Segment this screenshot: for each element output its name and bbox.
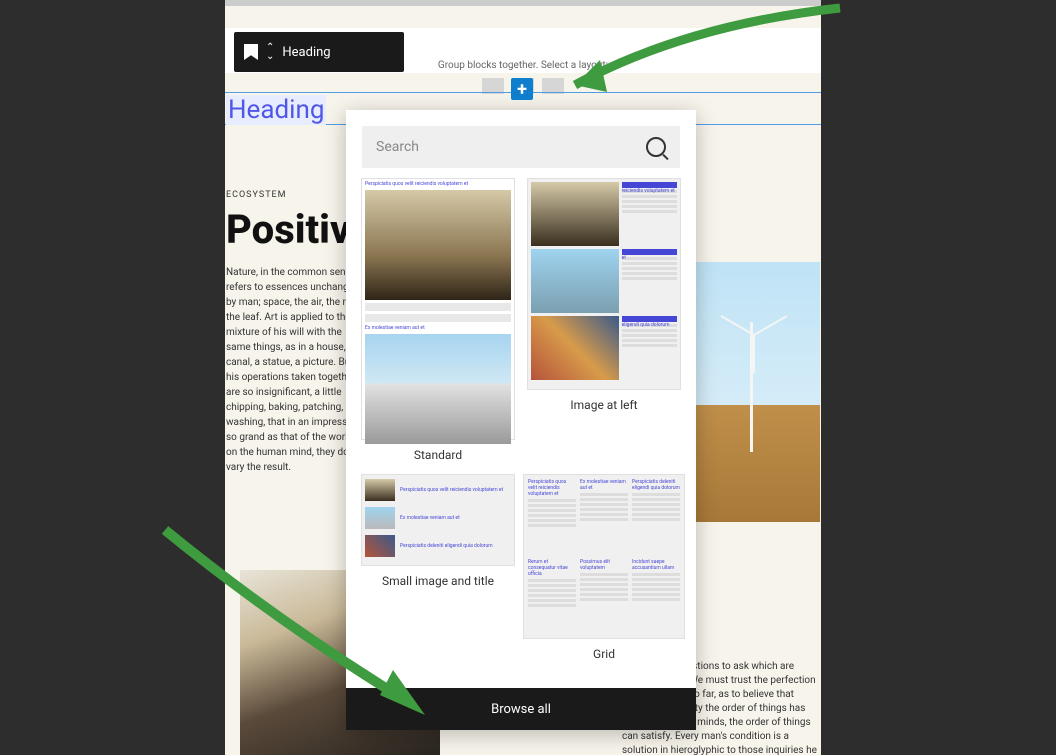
pattern-tiny-title: Perspiciatis quos velit reiciendis volup… <box>622 182 677 188</box>
pattern-tiny-title: Perspiciatis quos velit reiciendis volup… <box>400 487 511 493</box>
block-type-label[interactable]: Heading <box>282 45 330 60</box>
ecosystem-label: ECOSYSTEM <box>226 190 287 200</box>
pattern-tiny-title: Ex molestiae veniam aut et <box>365 325 511 331</box>
pattern-tiny-title: Ex molestiae veniam aut et <box>400 515 511 521</box>
chevron-down-icon[interactable]: ⌄ <box>266 53 274 61</box>
pattern-tiny-title: Ex molestiae veniam aut et <box>622 249 677 255</box>
pattern-label: Grid <box>593 647 615 661</box>
pattern-small-image-title[interactable]: Perspiciatis quos velit reiciendis volup… <box>362 474 514 661</box>
pattern-tiny-title: Perspiciatis deleniti eligendi quia dolo… <box>632 479 680 491</box>
pattern-grid: Perspiciatis quos velit reiciendis volup… <box>346 178 696 688</box>
pattern-tiny-title: Perspiciatis quos velit reiciendis volup… <box>528 479 576 497</box>
pattern-tiny-title: Possimus elit voluptatem <box>580 559 628 571</box>
heading-block[interactable]: Heading <box>226 95 326 125</box>
pattern-tiny-title: Perspiciatis deleniti eligendi quia dolo… <box>400 543 511 549</box>
pattern-tiny-title: Rerum et consequatur vitae officia <box>528 559 576 577</box>
block-inserter-popover: Search Perspiciatis quos velit reiciendi… <box>346 110 696 730</box>
heading-block-icon[interactable] <box>244 44 258 60</box>
search-input[interactable]: Search <box>362 126 680 168</box>
viewport: Group blocks together. Select a layout: … <box>0 0 1056 755</box>
pattern-image-at-left[interactable]: Perspiciatis quos velit reiciendis volup… <box>528 178 680 462</box>
browse-all-button[interactable]: Browse all <box>346 688 696 730</box>
pattern-standard[interactable]: Perspiciatis quos velit reiciendis volup… <box>362 178 514 462</box>
add-block-button[interactable]: + <box>511 78 533 100</box>
move-buttons[interactable]: ⌃⌄ <box>266 44 274 61</box>
search-placeholder: Search <box>376 139 419 155</box>
search-icon <box>646 137 666 157</box>
body-paragraph: Nature, in the common sense, refers to e… <box>226 265 366 475</box>
pattern-tiny-title: Ex molestiae veniam aut et <box>580 479 628 491</box>
pattern-label: Small image and title <box>382 574 494 588</box>
pattern-label: Standard <box>414 448 462 462</box>
pattern-tiny-title: Perspiciatis deleniti eligendi quia dolo… <box>622 316 677 322</box>
pattern-tiny-title: Incidunt saepe accusantium ullam <box>632 559 680 571</box>
plus-icon: + <box>517 79 527 100</box>
pattern-label: Image at left <box>570 398 637 412</box>
pattern-tiny-title: Perspiciatis quos velit reiciendis volup… <box>365 181 511 187</box>
block-toolbar: ⌃⌄ Heading <box>234 32 404 72</box>
pattern-grid-item[interactable]: Perspiciatis quos velit reiciendis volup… <box>528 474 680 661</box>
